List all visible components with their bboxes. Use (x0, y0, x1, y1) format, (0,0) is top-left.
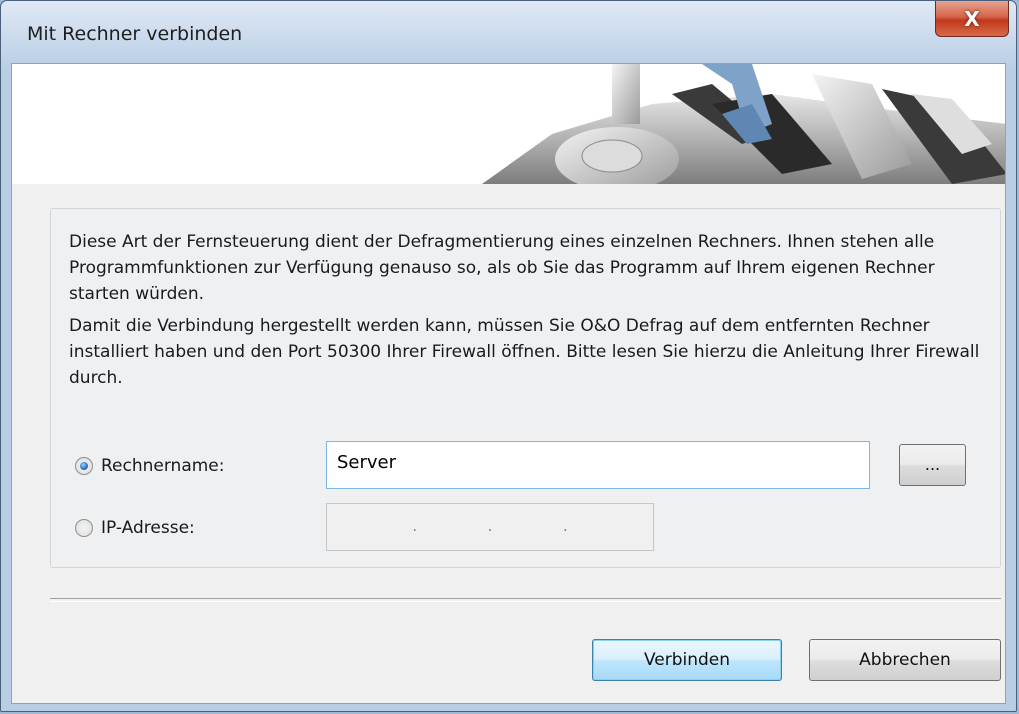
computer-name-option[interactable]: Rechnername: (75, 456, 225, 476)
header-banner (12, 64, 1005, 184)
ip-separator: . (487, 519, 493, 535)
description-paragraph-1: Diese Art der Fernsteuerung dient der De… (69, 232, 935, 304)
dialog-window: Mit Rechner verbinden X Diese Art der Fe… (0, 0, 1017, 712)
separator-line (50, 598, 1001, 602)
dialog-client-area: Diese Art der Fernsteuerung dient der De… (11, 63, 1006, 704)
ip-address-field[interactable]: . . . (326, 503, 654, 551)
cancel-button[interactable]: Abbrechen (809, 639, 1001, 681)
browse-button[interactable]: ... (899, 444, 966, 486)
computer-name-radio[interactable] (75, 457, 93, 475)
ip-address-radio[interactable] (75, 519, 93, 537)
close-icon: X (964, 6, 980, 31)
description-paragraph-2: Damit die Verbindung hergestellt werden … (69, 316, 980, 388)
window-title: Mit Rechner verbinden (27, 23, 243, 45)
computer-name-label: Rechnername: (101, 456, 225, 476)
banner-illustration (482, 64, 1005, 184)
computer-name-input[interactable]: Server (326, 441, 870, 489)
ip-separator: . (412, 519, 417, 535)
connection-group: Diese Art der Fernsteuerung dient der De… (50, 208, 1001, 568)
ip-address-option[interactable]: IP-Adresse: (75, 518, 195, 538)
ip-address-label: IP-Adresse: (101, 518, 195, 538)
connect-button[interactable]: Verbinden (592, 639, 782, 681)
title-bar[interactable]: Mit Rechner verbinden X (1, 1, 1016, 63)
close-button[interactable]: X (935, 1, 1009, 37)
ip-separator: . (563, 519, 568, 535)
